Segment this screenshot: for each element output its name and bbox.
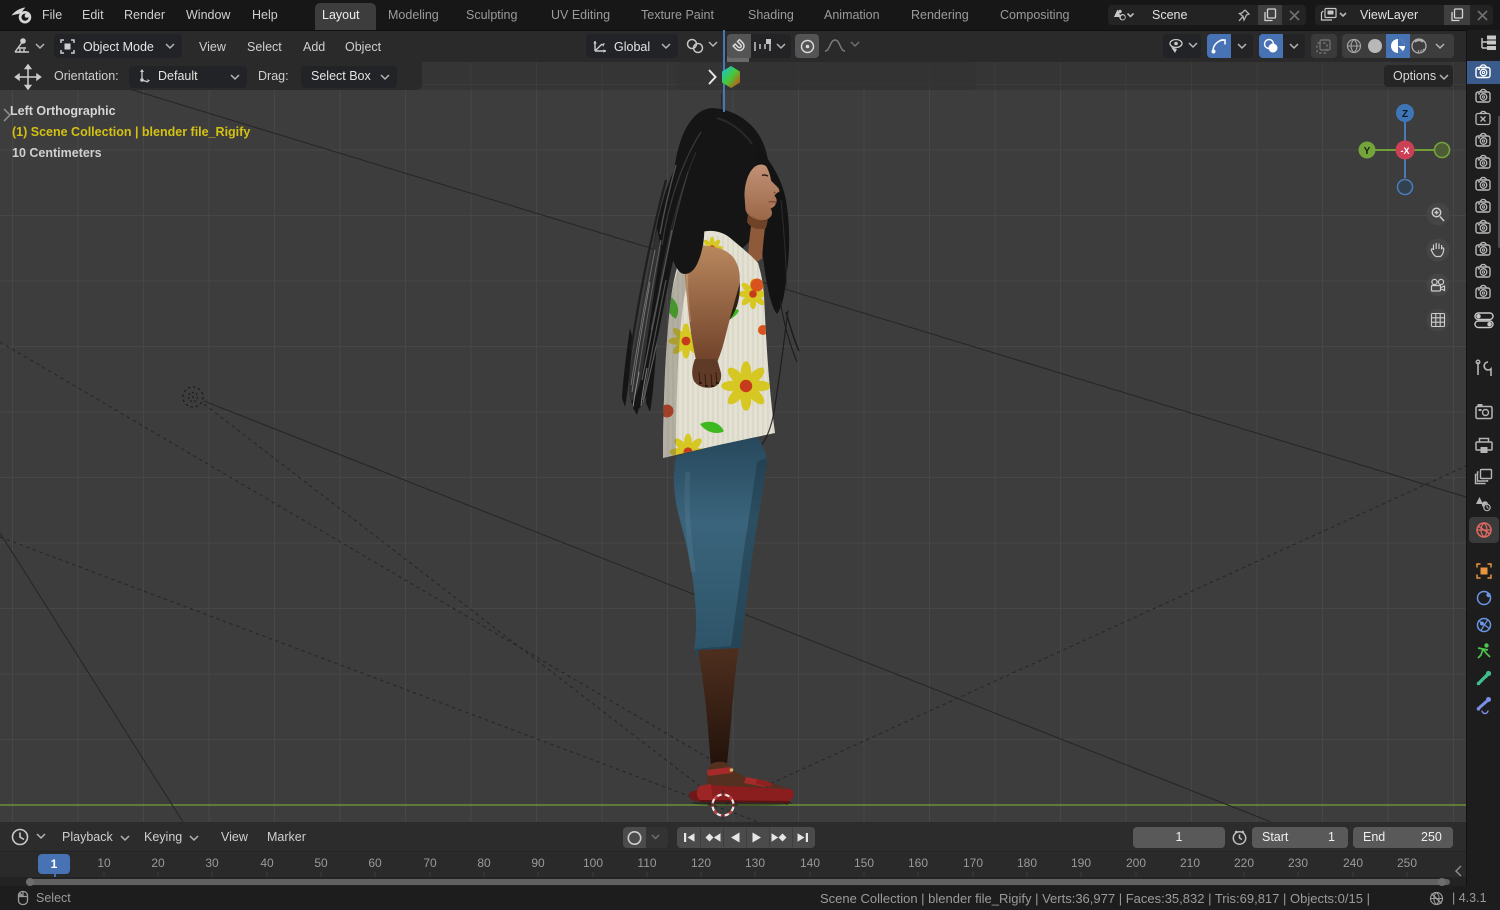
svg-text:(1) Scene Collection | blender: (1) Scene Collection | blender file_Rigi… xyxy=(12,125,250,139)
svg-text:Y: Y xyxy=(1364,146,1371,157)
svg-text:Left Orthographic: Left Orthographic xyxy=(10,104,116,118)
svg-text:-X: -X xyxy=(1401,146,1410,156)
svg-text:10 Centimeters: 10 Centimeters xyxy=(12,146,102,160)
svg-text:Z: Z xyxy=(1402,109,1408,120)
